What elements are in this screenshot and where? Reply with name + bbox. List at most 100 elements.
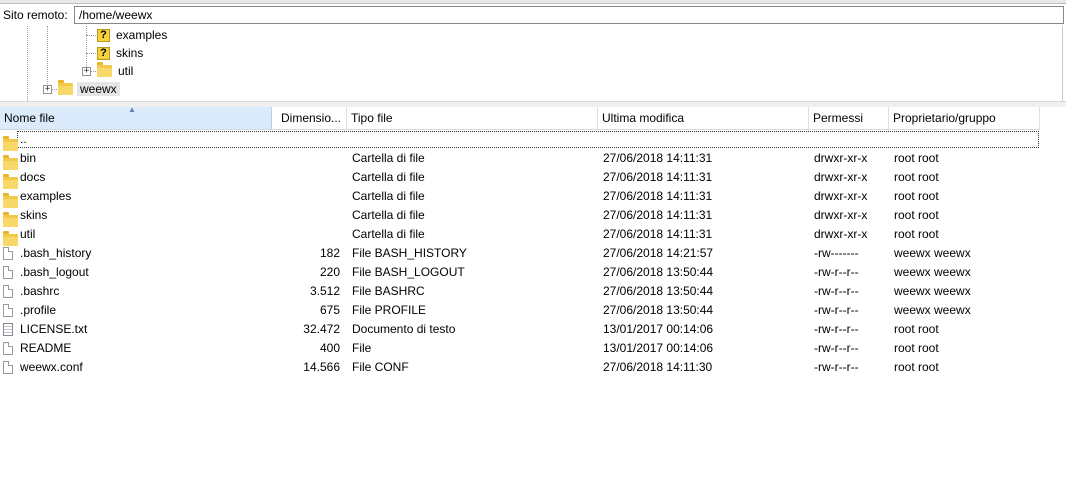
column-header-type[interactable]: Tipo file: [347, 107, 598, 129]
file-icon: [3, 361, 13, 380]
file-row[interactable]: .bash_logout 220 File BASH_LOGOUT 27/06/201…: [0, 263, 1066, 282]
file-name: bin: [20, 151, 37, 165]
tree-line: [86, 35, 96, 36]
tree-line: [47, 26, 48, 88]
file-modified: 27/06/2018 14:11:31: [603, 189, 713, 203]
file-permissions: -rw-r--r--: [814, 303, 859, 317]
file-row[interactable]: .bashrc 3.512 File BASHRC 27/06/2018 13:50:…: [0, 282, 1066, 301]
file-size: 14.566: [303, 360, 340, 374]
file-size: 32.472: [303, 322, 340, 336]
file-modified: 13/01/2017 00:14:06: [603, 322, 714, 336]
file-modified: 27/06/2018 13:50:44: [603, 284, 714, 298]
file-size: 182: [319, 246, 340, 260]
file-permissions: drwxr-xr-x: [814, 189, 868, 203]
file-owner: root root: [894, 322, 939, 336]
file-owner: weewx weewx: [894, 265, 971, 279]
column-label: Ultima modifica: [602, 111, 685, 125]
file-owner: root root: [894, 208, 939, 222]
file-name: LICENSE.txt: [20, 322, 88, 336]
file-permissions: -rw-r--r--: [814, 341, 859, 355]
file-type: Cartella di file: [352, 189, 425, 203]
tree-item-skins[interactable]: ? skins: [97, 44, 143, 62]
file-name: README: [20, 341, 72, 355]
file-permissions: -rw-------: [814, 246, 859, 260]
tree-line: [86, 26, 87, 71]
column-label: Tipo file: [351, 111, 393, 125]
file-owner: root root: [894, 151, 939, 165]
file-type: File BASH_HISTORY: [352, 246, 467, 260]
file-modified: 27/06/2018 14:11:31: [603, 151, 713, 165]
folder-icon: [97, 62, 112, 77]
file-permissions: drwxr-xr-x: [814, 227, 868, 241]
file-name: .bashrc: [20, 284, 60, 298]
file-type: Cartella di file: [352, 208, 425, 222]
column-header-permissions[interactable]: Permessi: [809, 107, 889, 129]
file-row[interactable]: LICENSE.txt 32.472 Documento di testo 13/01…: [0, 320, 1066, 339]
file-row[interactable]: .bash_history 182 File BASH_HISTORY 27/06/2…: [0, 244, 1066, 263]
file-permissions: -rw-r--r--: [814, 322, 859, 336]
remote-directory-tree: ? examples ? skins + util + weewx: [0, 26, 1063, 101]
file-row[interactable]: docs Cartella di file 27/06/2018 14:11:31 d…: [0, 168, 1066, 189]
remote-path-input[interactable]: [74, 6, 1064, 24]
file-type: File: [352, 341, 372, 355]
column-header-size[interactable]: Dimensio...: [272, 107, 347, 129]
expand-icon[interactable]: +: [82, 67, 91, 76]
file-type: Cartella di file: [352, 170, 425, 184]
file-type: File BASHRC: [352, 284, 425, 298]
column-header-modified[interactable]: Ultima modifica: [598, 107, 809, 129]
column-label: Dimensio...: [281, 111, 342, 125]
question-folder-icon: ?: [97, 28, 110, 42]
question-folder-icon: ?: [97, 46, 110, 60]
column-label: Permessi: [813, 111, 864, 125]
file-owner: weewx weewx: [894, 284, 971, 298]
column-label: Nome file: [4, 111, 55, 125]
file-name: docs: [20, 170, 46, 184]
remote-site-label: Sito remoto:: [3, 8, 68, 22]
file-permissions: -rw-r--r--: [814, 284, 859, 298]
tree-item-examples[interactable]: ? examples: [97, 26, 167, 44]
file-permissions: drwxr-xr-x: [814, 151, 868, 165]
column-header-name[interactable]: ▲ Nome file: [0, 107, 272, 129]
file-type: File PROFILE: [352, 303, 427, 317]
file-name: .bash_logout: [20, 265, 89, 279]
tree-item-util[interactable]: util: [97, 62, 133, 80]
file-row[interactable]: bin Cartella di file 27/06/2018 14:11:31 dr…: [0, 149, 1066, 170]
file-modified: 13/01/2017 00:14:06: [603, 341, 714, 355]
file-size: 3.512: [309, 284, 340, 298]
file-name: weewx.conf: [20, 360, 83, 374]
tree-item-label: weewx: [77, 82, 120, 96]
expand-icon[interactable]: +: [43, 85, 52, 94]
file-type: File BASH_LOGOUT: [352, 265, 465, 279]
folder-icon: [58, 80, 73, 95]
file-row[interactable]: weewx.conf 14.566 File CONF 27/06/2018 14:1…: [0, 358, 1066, 377]
file-row[interactable]: .profile 675 File PROFILE 27/06/2018 13:50:…: [0, 301, 1066, 320]
file-owner: root root: [894, 170, 939, 184]
file-modified: 27/06/2018 13:50:44: [603, 265, 714, 279]
file-list-header: ▲ Nome file Dimensio... Tipo file Ultima…: [0, 107, 1040, 130]
tree-item-weewx[interactable]: weewx: [58, 80, 120, 98]
tree-item-label: skins: [116, 46, 144, 60]
file-size: 675: [319, 303, 340, 317]
file-owner: root root: [894, 360, 939, 374]
tree-item-label: examples: [116, 28, 168, 42]
file-name: ..: [20, 132, 27, 146]
file-modified: 27/06/2018 14:11:30: [603, 360, 713, 374]
file-row[interactable]: skins Cartella di file 27/06/2018 14:11:31…: [0, 206, 1066, 227]
file-row[interactable]: README 400 File 13/01/2017 00:14:06 -rw-r--r…: [0, 339, 1066, 358]
file-size: 400: [319, 341, 340, 355]
file-row[interactable]: ..: [0, 130, 1066, 151]
file-row[interactable]: examples Cartella di file 27/06/2018 14:11…: [0, 187, 1066, 208]
file-name: .bash_history: [20, 246, 92, 260]
focus-outline: [17, 131, 1039, 148]
file-row[interactable]: util Cartella di file 27/06/2018 14:11:31 d…: [0, 225, 1066, 246]
file-type: File CONF: [352, 360, 409, 374]
file-modified: 27/06/2018 14:11:31: [603, 170, 713, 184]
column-header-owner[interactable]: Proprietario/gruppo: [889, 107, 1040, 129]
file-modified: 27/06/2018 13:50:44: [603, 303, 714, 317]
file-type: Cartella di file: [352, 151, 425, 165]
file-name: .profile: [20, 303, 57, 317]
sort-ascending-icon: ▲: [128, 107, 136, 114]
remote-path-bar: Sito remoto:: [0, 4, 1066, 26]
tree-item-label: util: [118, 64, 134, 78]
file-name: skins: [20, 208, 48, 222]
